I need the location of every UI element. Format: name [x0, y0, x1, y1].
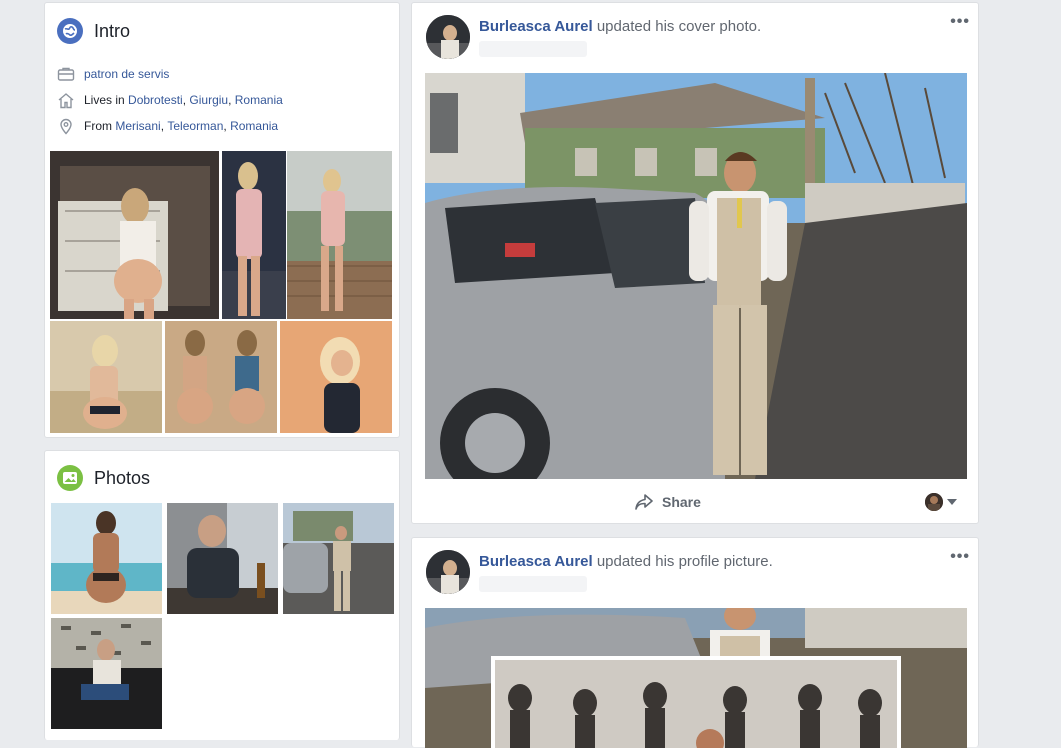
post-cover-photo: Burleasca Aurel updated his cover photo.… — [411, 2, 979, 524]
featured-photo-2[interactable] — [222, 151, 286, 319]
photos-title: Photos — [94, 467, 151, 488]
chevron-down-icon — [947, 499, 957, 505]
photo-thumb-3[interactable] — [283, 503, 394, 614]
post-action-text: updated his cover photo. — [596, 18, 762, 35]
from-county-link[interactable]: Teleorman — [167, 119, 223, 133]
lives-county-link[interactable]: Giurgiu — [189, 93, 228, 107]
work-link[interactable]: patron de servis — [84, 67, 169, 81]
cover-photo-image[interactable] — [425, 73, 967, 479]
photo-thumb-1[interactable] — [51, 503, 162, 614]
post-action-text: updated his profile picture. — [596, 553, 773, 570]
author-avatar[interactable] — [426, 550, 470, 594]
audience-selector-icon[interactable] — [925, 493, 957, 511]
globe-icon — [57, 18, 83, 44]
from-country-link[interactable]: Romania — [230, 119, 278, 133]
author-avatar[interactable] — [426, 15, 470, 59]
photo-thumb-4[interactable] — [51, 618, 162, 729]
post-header-line: Burleasca Aurel updated his cover photo. — [479, 18, 761, 35]
timestamp-redacted — [479, 41, 587, 57]
photo-icon — [57, 465, 83, 491]
featured-photo-3[interactable] — [287, 151, 392, 319]
from-prefix: From — [84, 119, 112, 133]
briefcase-icon — [57, 67, 75, 81]
share-label: Share — [662, 494, 701, 510]
post-header-line: Burleasca Aurel updated his profile pict… — [479, 553, 773, 570]
work-row: patron de servis — [57, 64, 169, 84]
share-arrow-icon — [635, 494, 653, 510]
photo-thumb-2[interactable] — [167, 503, 278, 614]
lives-city-link[interactable]: Dobrotesti — [128, 93, 183, 107]
more-dots-icon[interactable]: ••• — [950, 548, 970, 566]
timestamp-redacted — [479, 576, 587, 592]
author-name-link[interactable]: Burleasca Aurel — [479, 18, 593, 35]
location-pin-icon — [60, 118, 72, 135]
featured-photo-1[interactable] — [50, 151, 219, 319]
photos-header: Photos — [57, 464, 150, 492]
lives-row: Lives in Dobrotesti, Giurgiu, Romania — [57, 90, 283, 110]
lives-prefix: Lives in — [84, 93, 125, 107]
post-profile-picture: Burleasca Aurel updated his profile pict… — [411, 537, 979, 748]
more-dots-icon[interactable]: ••• — [950, 13, 970, 31]
home-icon — [58, 92, 74, 108]
profile-photo-image[interactable] — [425, 608, 967, 748]
intro-title: Intro — [94, 20, 131, 41]
intro-header: Intro — [57, 17, 130, 45]
lives-country-link[interactable]: Romania — [235, 93, 283, 107]
viewer-avatar — [925, 493, 943, 511]
share-button[interactable]: Share — [634, 491, 701, 513]
featured-photo-5[interactable] — [165, 321, 277, 433]
photos-card: Photos — [44, 450, 400, 740]
featured-photo-4[interactable] — [50, 321, 162, 433]
featured-photo-6[interactable] — [280, 321, 392, 433]
from-row: From Merisani, Teleorman, Romania — [57, 116, 278, 136]
from-city-link[interactable]: Merisani — [115, 119, 160, 133]
intro-card: Intro patron de servis Lives in Dobrotes… — [44, 2, 400, 438]
author-name-link[interactable]: Burleasca Aurel — [479, 553, 593, 570]
